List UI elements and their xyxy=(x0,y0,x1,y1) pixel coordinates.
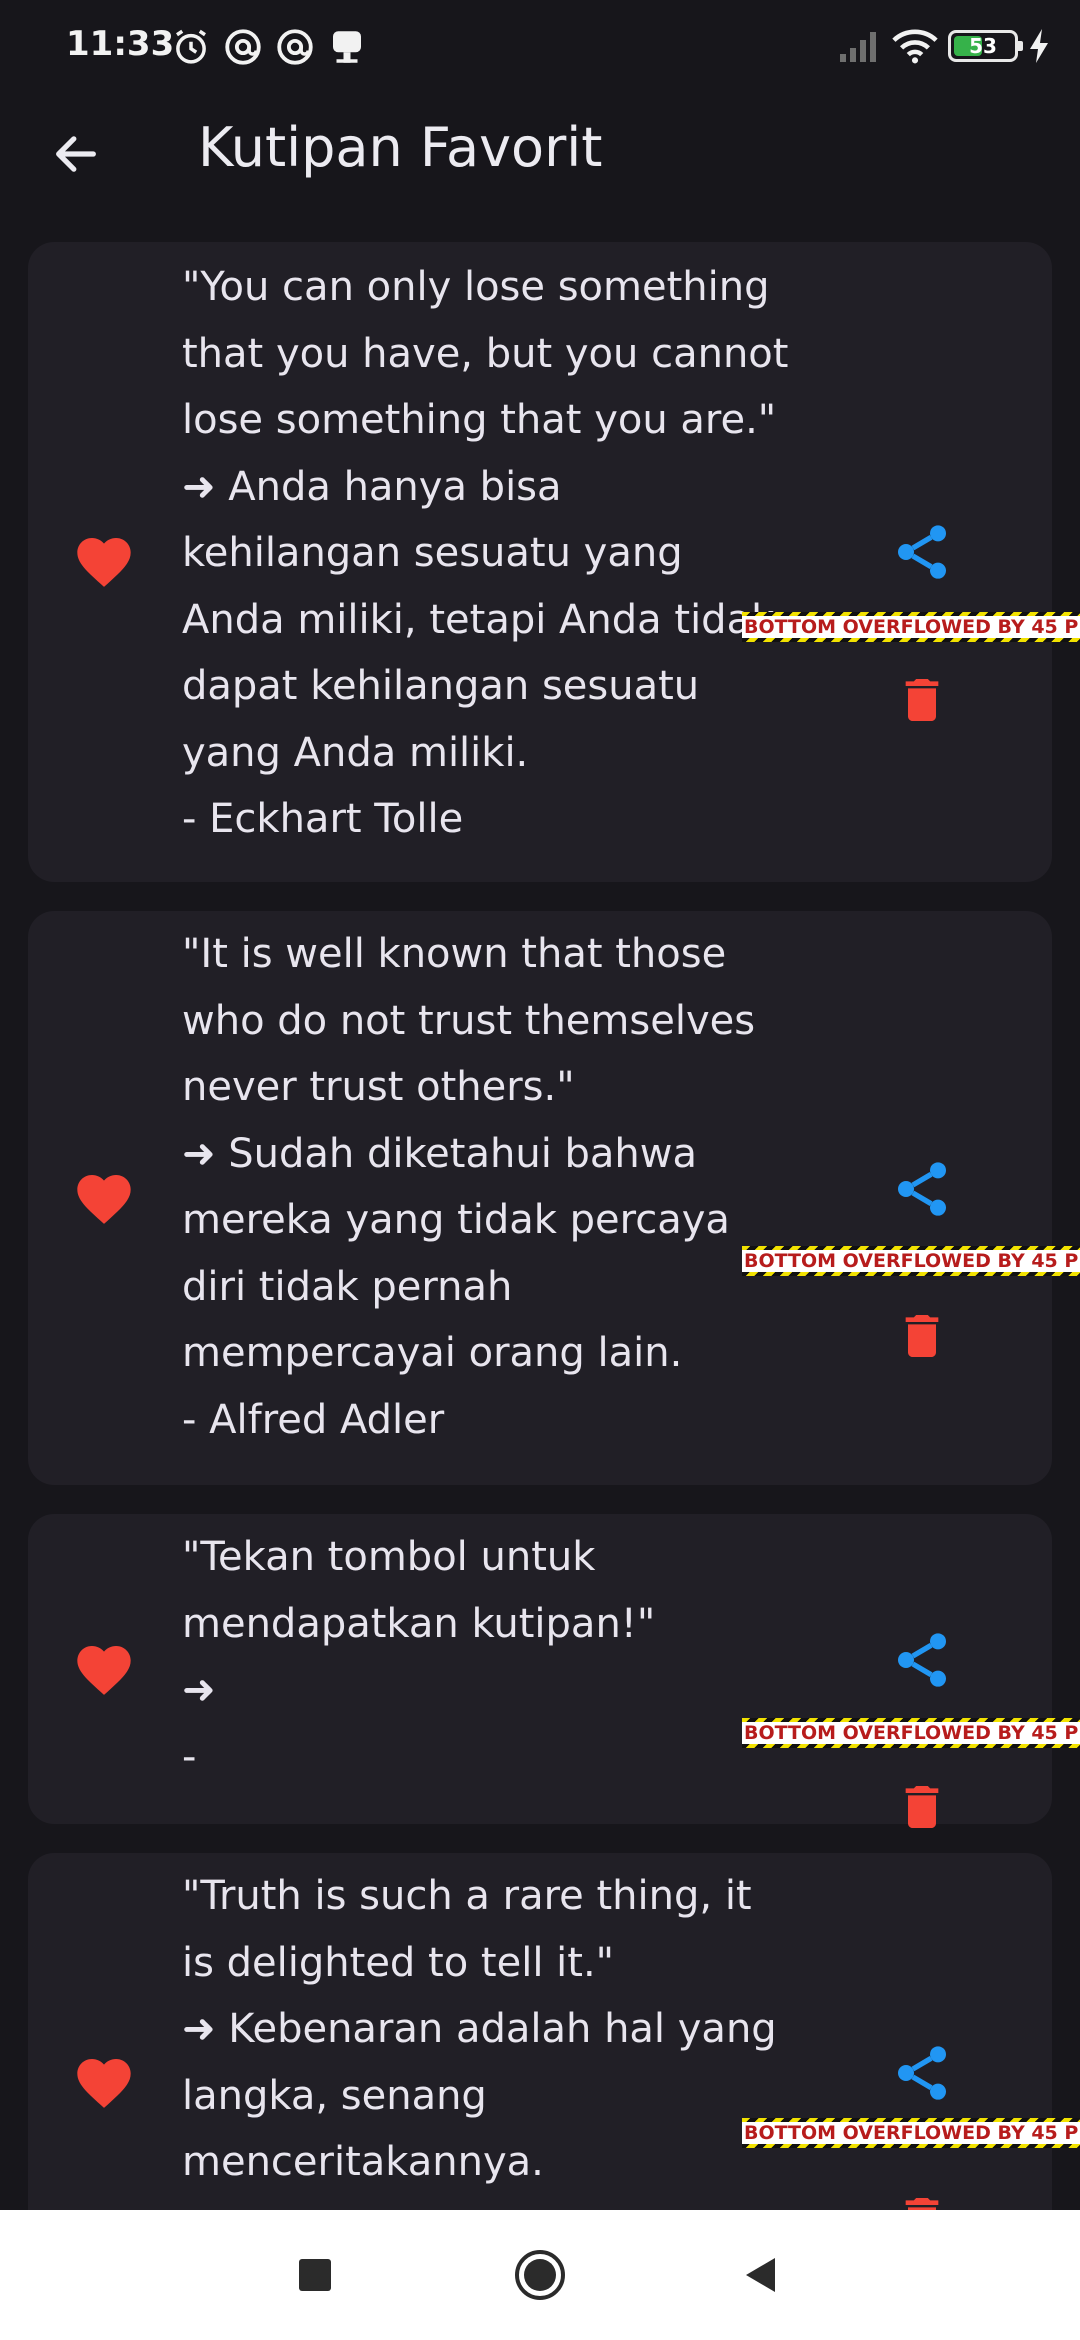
overflow-warning: BOTTOM OVERFLOWED BY 45 PIXELS xyxy=(742,2118,1080,2148)
heart-icon[interactable] xyxy=(72,1638,136,1702)
trash-icon[interactable] xyxy=(894,1777,950,1837)
charging-icon xyxy=(1030,29,1048,63)
circle-home-icon xyxy=(515,2250,565,2300)
quote-line: ➜ Anda hanya bisa xyxy=(182,463,562,510)
favorite-quotes-list[interactable]: "You can only lose something that you ha… xyxy=(0,242,1080,2210)
quote-card: "Truth is such a rare thing, it is delig… xyxy=(28,1853,1052,2210)
quote-text: "Tekan tombol untuk mendapatkan kutipan!… xyxy=(182,1524,842,1790)
quote-line: mereka yang tidak percaya xyxy=(182,1197,730,1243)
quote-line: ➜ xyxy=(182,1667,216,1713)
wifi-icon xyxy=(892,29,938,64)
battery-indicator: 53 xyxy=(948,30,1023,62)
quote-author: - Alfred Adler xyxy=(182,1396,445,1443)
signal-icon xyxy=(840,32,876,62)
heart-icon[interactable] xyxy=(72,530,136,594)
heart-icon[interactable] xyxy=(72,2051,136,2115)
notification-icons xyxy=(170,26,368,68)
back-button[interactable] xyxy=(36,114,116,194)
nav-back-button[interactable] xyxy=(730,2245,790,2305)
quote-line: lose something that you are." xyxy=(182,397,777,443)
overflow-warning: BOTTOM OVERFLOWED BY 45 PIXELS xyxy=(742,612,1080,642)
quote-line: ➜ Sudah diketahui bahwa xyxy=(182,1130,697,1177)
trash-icon[interactable] xyxy=(894,670,950,730)
triangle-back-icon xyxy=(746,2258,775,2292)
quote-line: yang Anda miliki. xyxy=(182,729,529,776)
quote-line: dapat kehilangan sesuatu xyxy=(182,663,700,709)
share-icon[interactable] xyxy=(890,1157,954,1221)
share-icon[interactable] xyxy=(890,520,954,584)
at-sign-icon xyxy=(225,29,261,65)
screen: 11:33 53 Kutipan Favorit "You can only l… xyxy=(0,0,1080,2340)
heart-icon[interactable] xyxy=(72,1167,136,1231)
square-recents-icon xyxy=(299,2259,331,2291)
quote-line: "You can only lose something xyxy=(182,264,770,310)
quote-line: mendapatkan kutipan!" xyxy=(182,1600,656,1647)
quote-line: "Tekan tombol untuk xyxy=(182,1534,596,1580)
quote-line: never trust others." xyxy=(182,1064,575,1110)
quote-line: who do not trust themselves xyxy=(182,997,756,1044)
home-button[interactable] xyxy=(510,2245,570,2305)
quote-line: "Truth is such a rare thing, it xyxy=(182,1873,752,1919)
trash-icon[interactable] xyxy=(894,1306,950,1366)
share-icon[interactable] xyxy=(890,2041,954,2105)
status-time: 11:33 xyxy=(66,24,175,64)
arrow-back-icon xyxy=(56,136,96,172)
quote-card: "You can only lose something that you ha… xyxy=(28,242,1052,882)
share-icon[interactable] xyxy=(890,1628,954,1692)
recents-button[interactable] xyxy=(285,2245,345,2305)
alarm-icon xyxy=(176,29,206,64)
quote-line: ➜ Kebenaran adalah hal yang xyxy=(182,2006,777,2052)
mailbox-icon xyxy=(333,31,361,63)
trash-icon[interactable] xyxy=(894,2189,950,2210)
battery-cap xyxy=(1018,41,1023,51)
quote-line: kehilangan sesuatu yang xyxy=(182,530,683,576)
quote-card: "It is well known that those who do not … xyxy=(28,911,1052,1485)
app-bar: Kutipan Favorit xyxy=(0,96,1080,208)
quote-text: "It is well known that those who do not … xyxy=(182,921,842,1453)
battery-level: 53 xyxy=(969,34,997,58)
quote-line: that you have, but you cannot xyxy=(182,330,789,377)
quote-line: mempercayai orang lain. xyxy=(182,1330,683,1376)
at-sign-icon-2 xyxy=(277,29,313,65)
system-status-icons: 53 xyxy=(838,28,1050,64)
status-bar: 11:33 53 xyxy=(0,0,1080,96)
page-title: Kutipan Favorit xyxy=(198,116,603,179)
overflow-warning: BOTTOM OVERFLOWED BY 45 PIXELS xyxy=(742,1718,1080,1748)
system-nav-bar xyxy=(0,2210,1080,2340)
overflow-warning: BOTTOM OVERFLOWED BY 45 PIXELS xyxy=(742,1246,1080,1276)
quote-author: - Eckhart Tolle xyxy=(182,796,464,842)
quote-line: is delighted to tell it." xyxy=(182,1939,615,1986)
quote-text: "You can only lose something that you ha… xyxy=(182,254,842,853)
quote-line: "It is well known that those xyxy=(182,931,727,977)
quote-card: "Tekan tombol untuk mendapatkan kutipan!… xyxy=(28,1514,1052,1828)
